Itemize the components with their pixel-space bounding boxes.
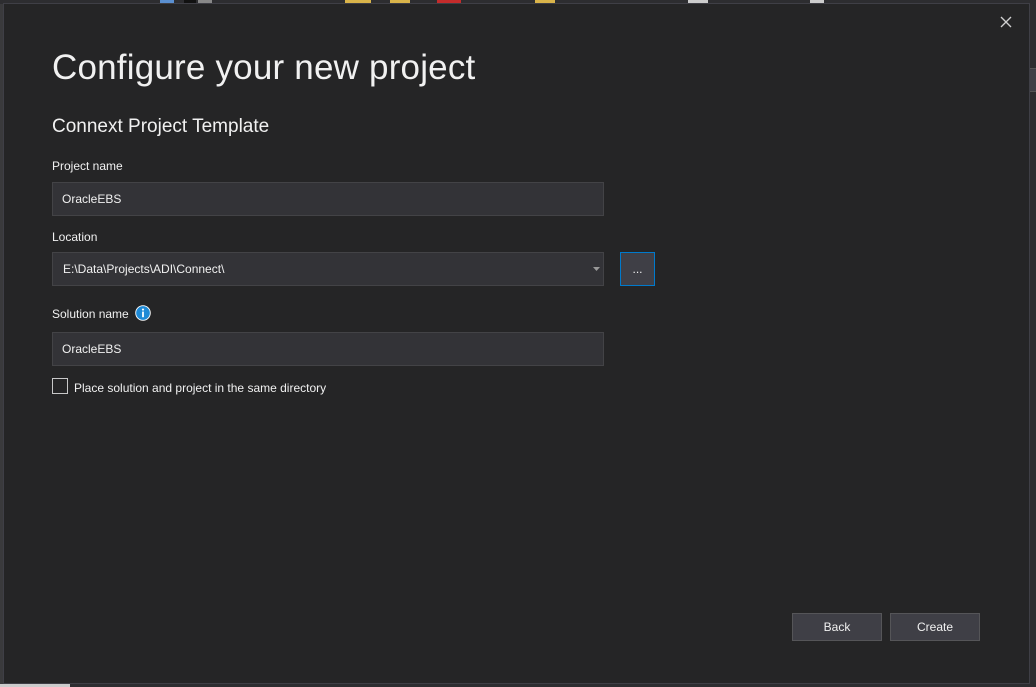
close-icon bbox=[1000, 16, 1012, 28]
project-name-label: Project name bbox=[52, 159, 123, 173]
solution-name-input[interactable] bbox=[52, 332, 604, 366]
same-directory-label: Place solution and project in the same d… bbox=[74, 381, 327, 395]
info-icon[interactable] bbox=[135, 305, 151, 321]
chevron-down-icon[interactable] bbox=[589, 253, 603, 285]
same-directory-checkbox[interactable] bbox=[52, 378, 68, 394]
project-name-input[interactable] bbox=[52, 182, 604, 216]
solution-name-label: Solution name bbox=[52, 307, 129, 321]
location-value: E:\Data\Projects\ADI\Connect\ bbox=[63, 262, 225, 276]
location-combobox[interactable]: E:\Data\Projects\ADI\Connect\ bbox=[52, 252, 604, 286]
background-ide-edge bbox=[1030, 0, 1036, 687]
page-title: Configure your new project bbox=[52, 48, 476, 87]
browse-location-button[interactable]: ... bbox=[620, 252, 655, 286]
template-name: Connext Project Template bbox=[52, 116, 270, 137]
create-button[interactable]: Create bbox=[890, 613, 980, 641]
close-button[interactable] bbox=[994, 10, 1018, 34]
configure-project-dialog: Configure your new project Connext Proje… bbox=[3, 3, 1030, 684]
back-button[interactable]: Back bbox=[792, 613, 882, 641]
location-label: Location bbox=[52, 230, 98, 244]
